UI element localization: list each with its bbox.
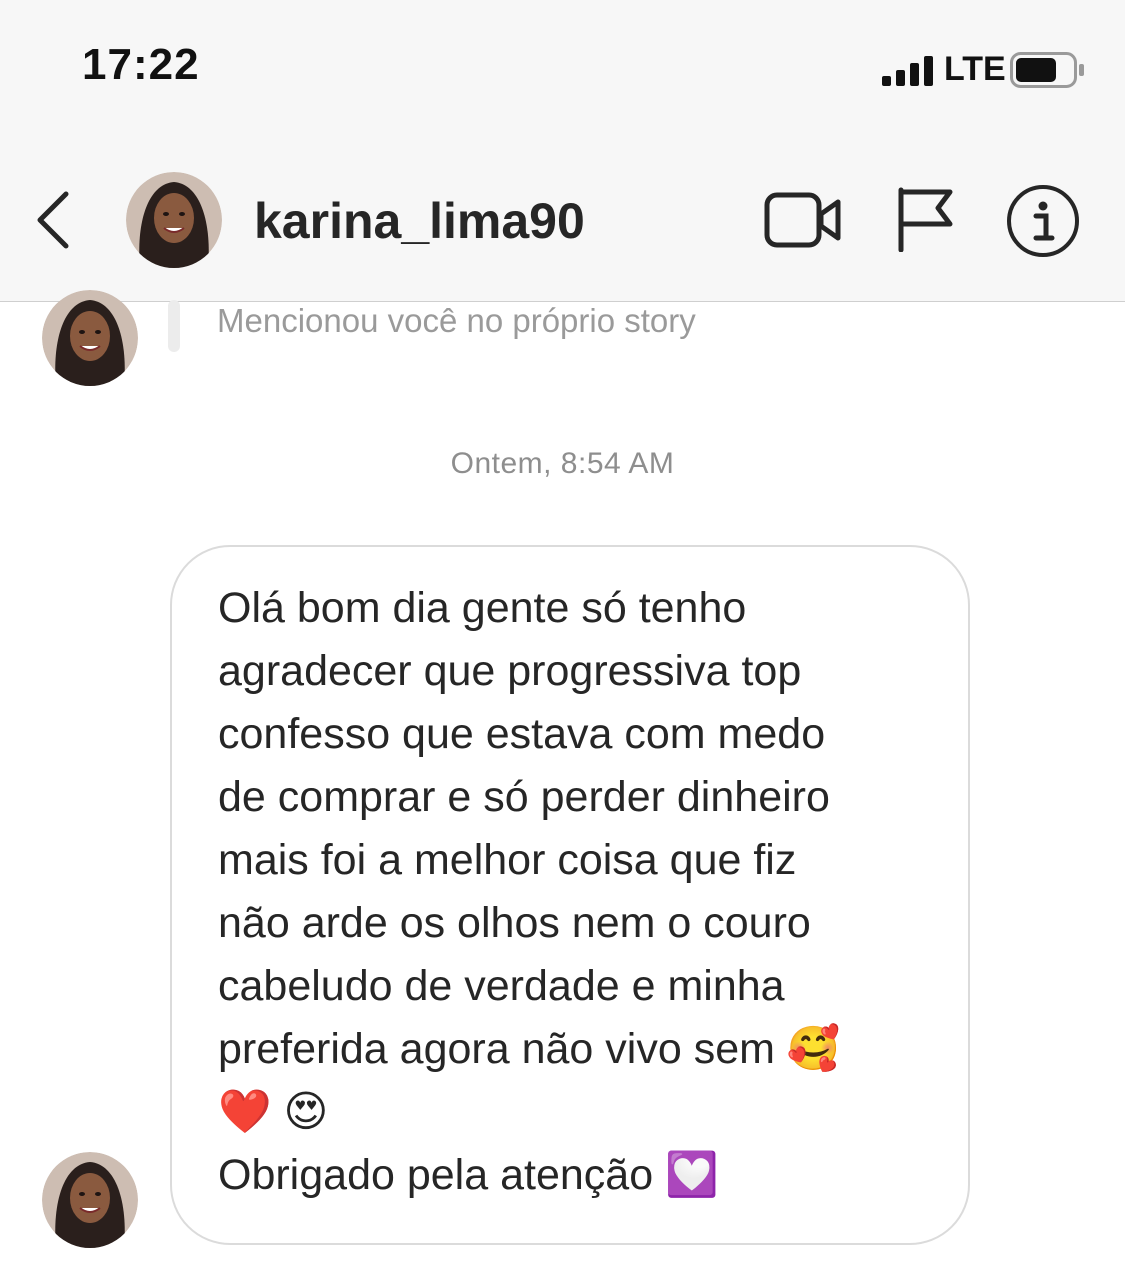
- message-line: não arde os olhos nem o couro: [218, 899, 811, 947]
- sender-avatar[interactable]: [42, 290, 138, 386]
- chat-username[interactable]: karina_lima90: [254, 192, 585, 250]
- story-reply-bar: [168, 300, 180, 352]
- message-text: Olá bom dia gente só tenho agradecer que…: [218, 577, 958, 1207]
- signal-icon: [882, 56, 933, 86]
- network-type: LTE: [944, 50, 1006, 88]
- message-line: Olá bom dia gente só tenho: [218, 584, 747, 632]
- message-line: de comprar e só perder dinheiro: [218, 773, 830, 821]
- message-line: preferida agora não vivo sem 🥰: [218, 1025, 841, 1073]
- avatar-photo-icon: [42, 290, 138, 386]
- avatar[interactable]: [126, 172, 222, 268]
- status-bar: 17:22 LTE: [0, 0, 1125, 140]
- flag-icon[interactable]: [896, 186, 954, 252]
- back-icon[interactable]: [34, 190, 74, 250]
- message-bubble[interactable]: Olá bom dia gente só tenho agradecer que…: [170, 545, 970, 1245]
- avatar-photo-icon: [42, 1152, 138, 1248]
- sender-avatar[interactable]: [42, 1152, 138, 1248]
- chat-header: karina_lima90: [0, 140, 1125, 302]
- video-call-icon[interactable]: [764, 190, 842, 250]
- message-line: agradecer que progressiva top: [218, 647, 802, 695]
- message-line: mais foi a melhor coisa que fiz: [218, 836, 797, 884]
- message-line: cabeludo de verdade e minha: [218, 962, 785, 1010]
- avatar-photo-icon: [126, 172, 222, 268]
- info-icon[interactable]: [1006, 184, 1080, 258]
- battery-icon: [1010, 52, 1084, 88]
- status-time: 17:22: [82, 40, 200, 89]
- message-line: confesso que estava com medo: [218, 710, 826, 758]
- message-line: Obrigado pela atenção 💟: [218, 1151, 719, 1199]
- message-timestamp: Ontem, 8:54 AM: [450, 447, 675, 480]
- message-line: ❤️ 😍: [218, 1088, 329, 1136]
- story-mention-text[interactable]: Mencionou você no próprio story: [217, 302, 696, 340]
